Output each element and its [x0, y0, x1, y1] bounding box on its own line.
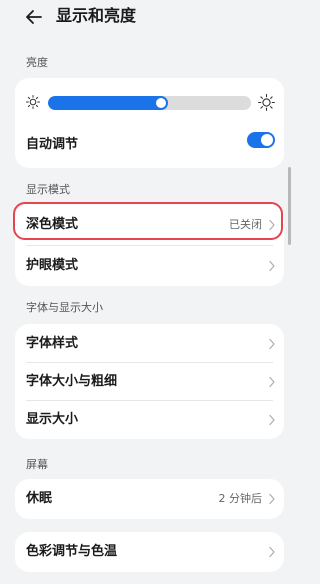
- chevron-right-icon: [269, 546, 275, 558]
- sun-large-icon: [258, 94, 275, 111]
- eye-comfort-row[interactable]: 护眼模式: [15, 245, 284, 286]
- brightness-slider-fill: [48, 96, 168, 110]
- back-arrow-icon[interactable]: [24, 7, 44, 27]
- chevron-right-icon: [269, 376, 275, 388]
- chevron-right-icon: [269, 414, 275, 426]
- auto-adjust-row[interactable]: 自动调节: [15, 122, 284, 168]
- color-temperature-label: 色彩调节与色温: [26, 544, 118, 559]
- chevron-right-icon: [269, 338, 275, 350]
- scrollbar[interactable]: [288, 167, 291, 245]
- color-temperature-row[interactable]: 色彩调节与色温: [15, 532, 284, 572]
- section-label-screen: 屏幕: [26, 458, 48, 471]
- display-size-row[interactable]: 显示大小: [15, 400, 284, 439]
- auto-adjust-label: 自动调节: [26, 137, 79, 152]
- page-title: 显示和亮度: [56, 6, 137, 25]
- font-display-card: 字体样式 字体大小与粗细 显示大小: [15, 324, 284, 439]
- font-style-label: 字体样式: [26, 336, 79, 351]
- color-card: 色彩调节与色温: [15, 532, 284, 572]
- chevron-right-icon: [269, 260, 275, 272]
- display-size-label: 显示大小: [26, 412, 79, 427]
- section-label-font-display: 字体与显示大小: [26, 301, 103, 314]
- eye-comfort-label: 护眼模式: [26, 258, 79, 273]
- brightness-slider[interactable]: [48, 96, 251, 110]
- auto-adjust-toggle[interactable]: [247, 132, 275, 148]
- header: 显示和亮度: [0, 0, 300, 36]
- section-label-display-mode: 显示模式: [26, 183, 70, 196]
- font-size-weight-row[interactable]: 字体大小与粗细: [15, 362, 284, 400]
- font-style-row[interactable]: 字体样式: [15, 324, 284, 362]
- sleep-timeout-value: 2 分钟后: [218, 492, 263, 505]
- brightness-card: 自动调节: [15, 78, 284, 168]
- sleep-label: 休眠: [26, 491, 53, 506]
- section-label-brightness: 亮度: [26, 56, 48, 69]
- sleep-row[interactable]: 休眠 2 分钟后: [15, 479, 284, 519]
- screen-card: 休眠 2 分钟后: [15, 479, 284, 519]
- auto-adjust-toggle-knob: [261, 134, 273, 146]
- chevron-right-icon: [269, 493, 275, 505]
- sun-small-icon: [26, 95, 40, 109]
- dark-mode-highlight-outline: [13, 202, 283, 240]
- font-size-weight-label: 字体大小与粗细: [26, 374, 118, 389]
- brightness-slider-thumb[interactable]: [156, 98, 166, 108]
